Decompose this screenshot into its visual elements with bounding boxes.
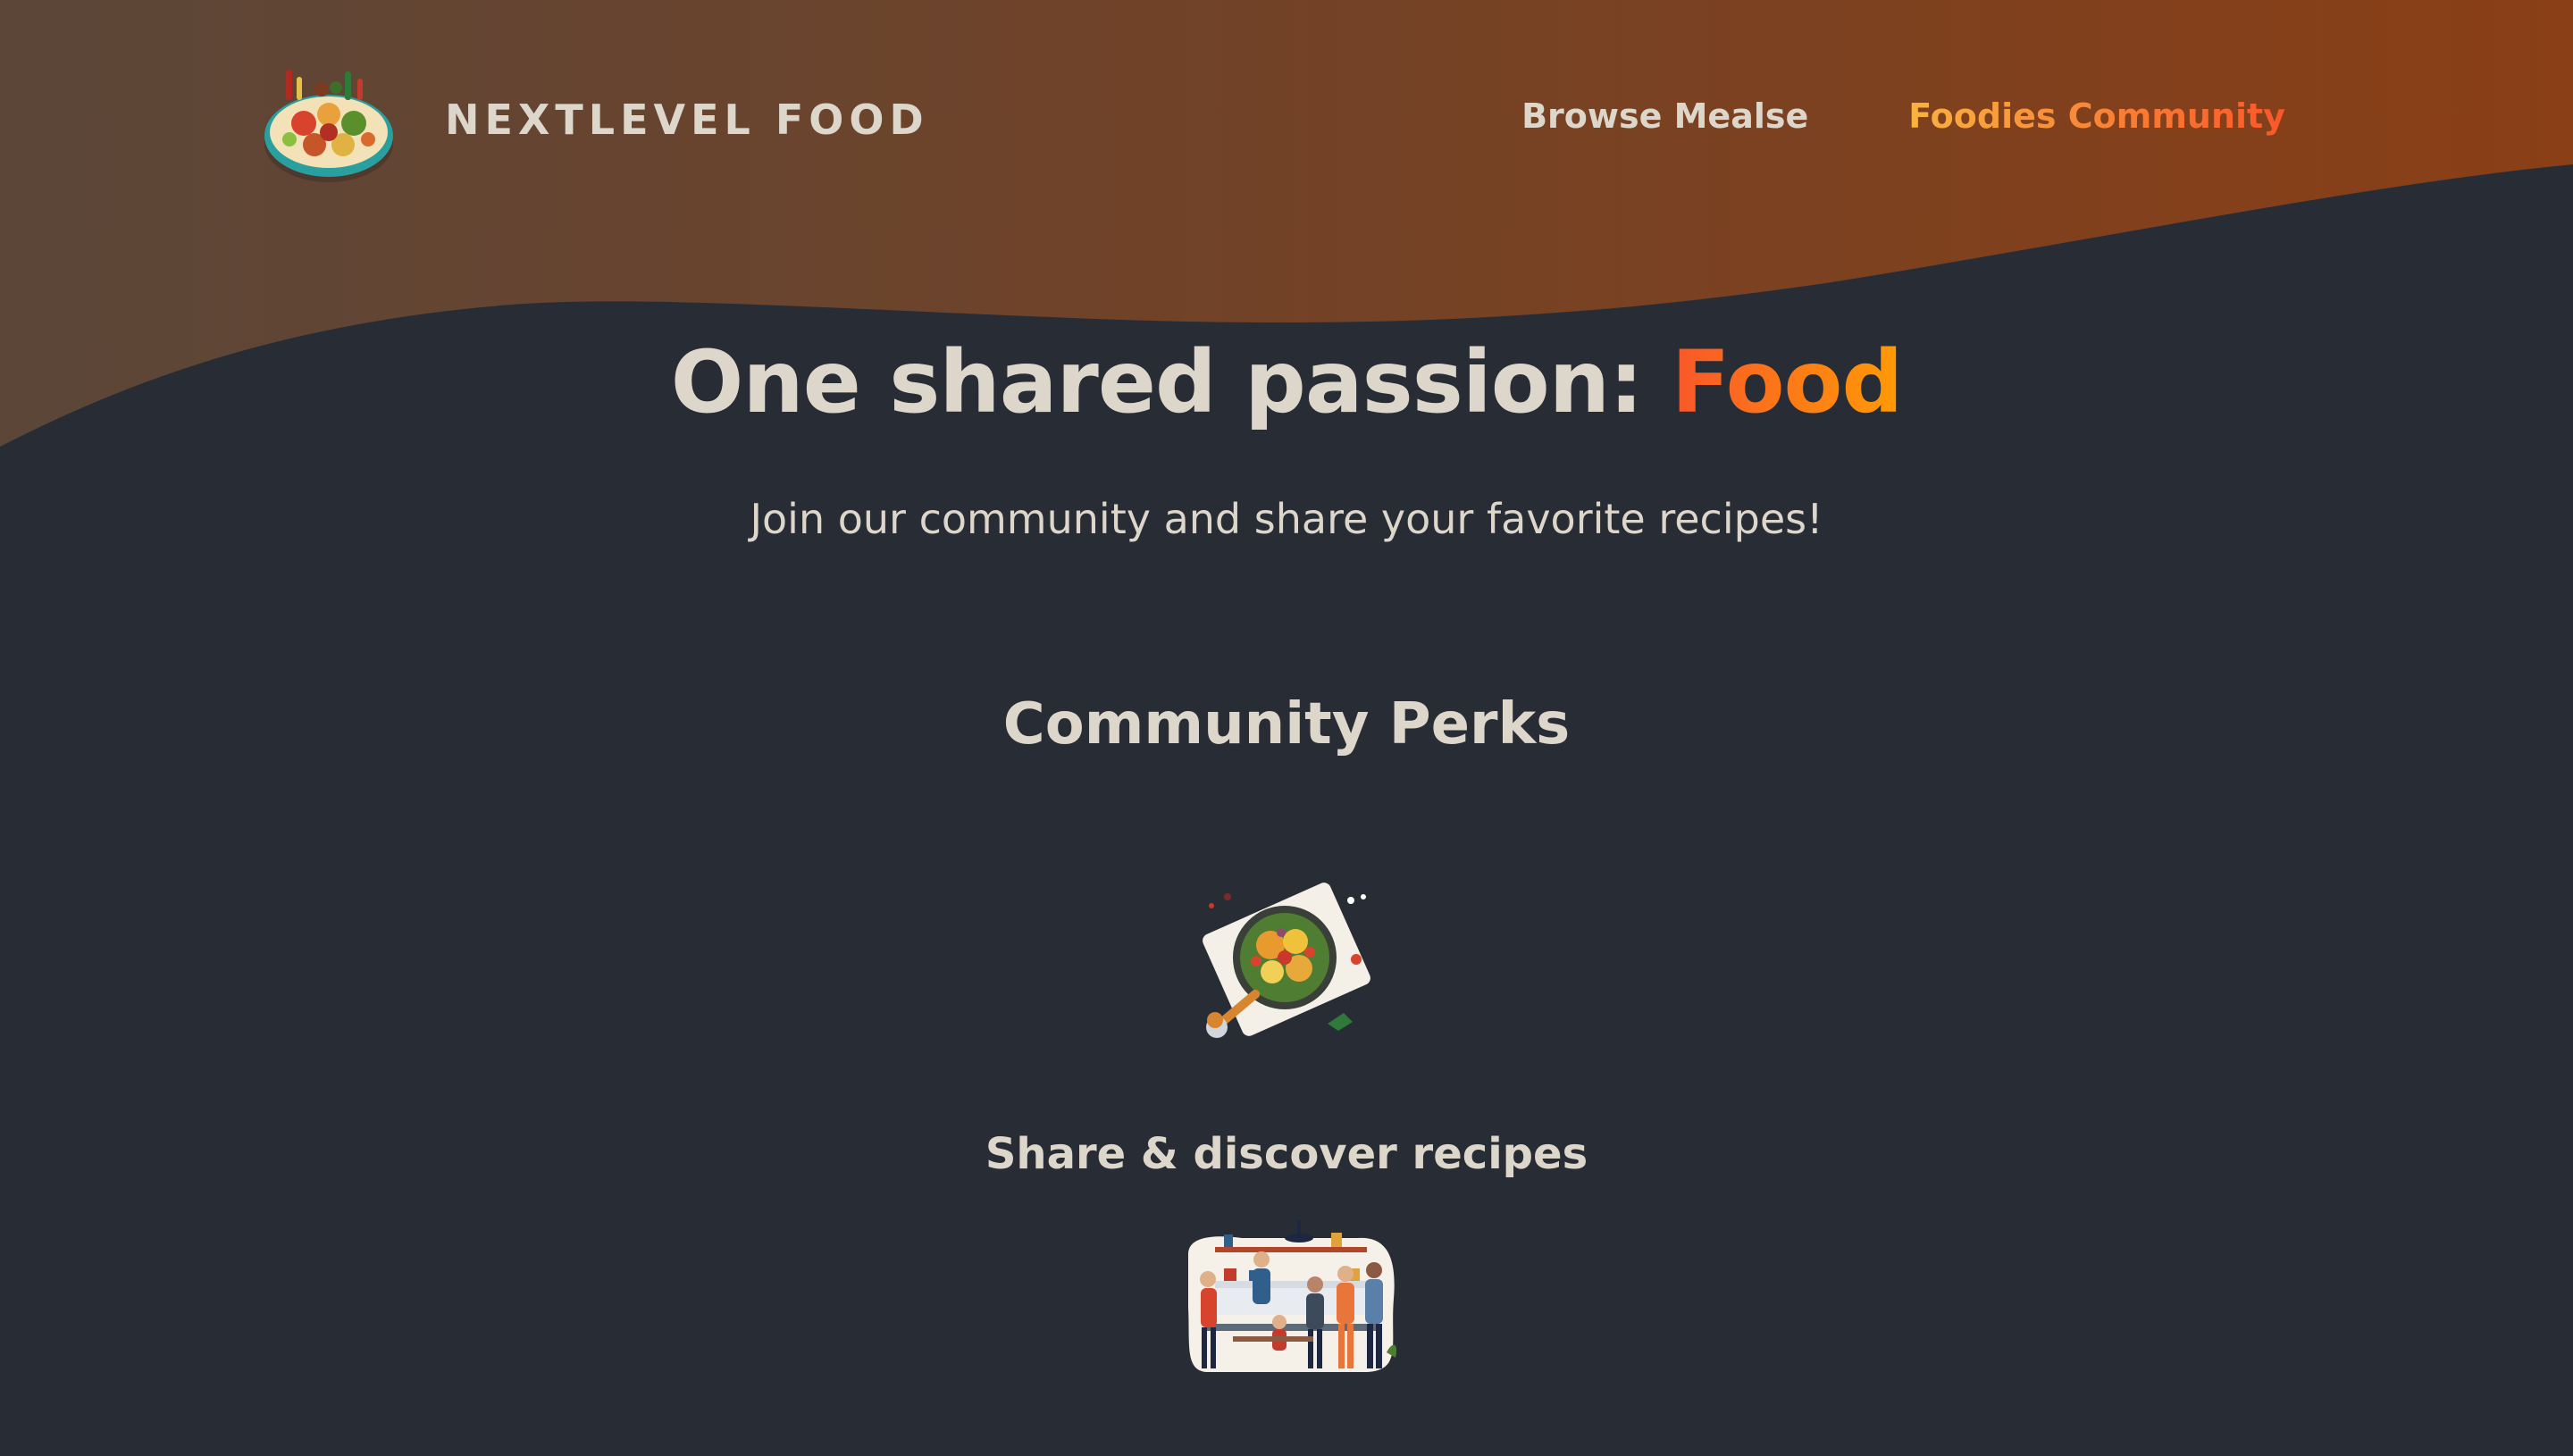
hero-subtitle: Join our community and share your favori… (750, 495, 1823, 543)
logo-text: NextLevel Food (445, 96, 929, 144)
nav-link-foodies-community[interactable]: Foodies Community (1908, 96, 2285, 136)
hero-title: One shared passion: Food (0, 332, 2573, 432)
hero-title-highlight: Food (1671, 332, 1903, 432)
page: NextLevel Food Browse Mealse Foodies Com… (0, 0, 2573, 1456)
nav-link-browse-meals[interactable]: Browse Mealse (1521, 96, 1808, 136)
meal-illustration-icon (1203, 883, 1370, 1038)
community-kitchen-illustration-icon (1188, 1220, 1397, 1372)
perk-label-share-recipes: Share & discover recipes (985, 1129, 1588, 1179)
logo-link[interactable]: NextLevel Food (259, 50, 929, 189)
hero-title-prefix: One shared passion: (670, 332, 1672, 432)
main-nav: Browse Mealse Foodies Community (1521, 96, 2285, 136)
food-plate-logo-icon (264, 70, 393, 182)
perks-title: Community Perks (1002, 691, 1571, 757)
